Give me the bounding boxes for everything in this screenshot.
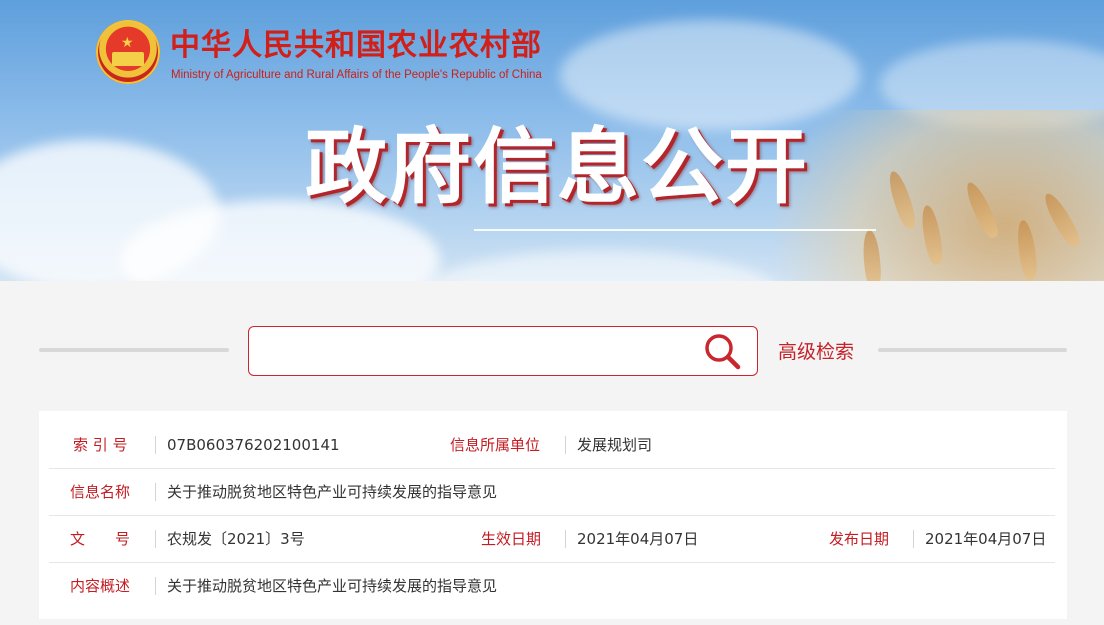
document-info-table: 索 引 号 07B060376202100141 信息所属单位 发展规划司 信息…: [39, 411, 1067, 619]
page-title: 政府信息公开: [305, 120, 810, 215]
divider: [565, 436, 566, 454]
ministry-name-en: Ministry of Agriculture and Rural Affair…: [171, 69, 542, 81]
effective-date-label: 生效日期: [481, 530, 542, 548]
index-number-value: 07B060376202100141: [167, 436, 340, 454]
document-number-value: 农规发〔2021〕3号: [167, 530, 305, 548]
search-icon[interactable]: [702, 331, 742, 371]
publish-date-label: 发布日期: [829, 530, 890, 548]
content-summary-value: 关于推动脱贫地区特色产业可持续发展的指导意见: [167, 577, 498, 595]
search-divider-right: [878, 348, 1067, 352]
divider: [155, 436, 156, 454]
index-number-label: 索 引 号: [73, 436, 128, 454]
document-number-label: 文 号: [70, 530, 131, 548]
divider: [913, 530, 914, 548]
divider: [155, 530, 156, 548]
table-row: 内容概述 关于推动脱贫地区特色产业可持续发展的指导意见: [49, 563, 1055, 609]
info-unit-label: 信息所属单位: [450, 436, 541, 454]
star-icon: ★: [121, 35, 134, 51]
content-summary-label: 内容概述: [70, 577, 131, 595]
table-row: 索 引 号 07B060376202100141 信息所属单位 发展规划司: [49, 422, 1055, 469]
title-divider: [474, 229, 876, 231]
divider: [565, 530, 566, 548]
tiananmen-icon: [112, 52, 144, 66]
info-unit-value: 发展规划司: [577, 436, 653, 454]
advanced-search-link[interactable]: 高级检索: [778, 339, 854, 365]
ministry-name-cn: 中华人民共和国农业农村部: [170, 28, 542, 63]
table-row: 信息名称 关于推动脱贫地区特色产业可持续发展的指导意见: [49, 469, 1055, 516]
effective-date-value: 2021年04月07日: [577, 530, 699, 548]
search-box: [248, 326, 758, 376]
divider: [155, 577, 156, 595]
info-name-label: 信息名称: [70, 483, 131, 501]
publish-date-value: 2021年04月07日: [925, 530, 1047, 548]
divider: [155, 483, 156, 501]
search-divider-left: [39, 348, 229, 352]
table-row: 文 号 农规发〔2021〕3号 生效日期 2021年04月07日 发布日期 20…: [49, 516, 1055, 563]
info-name-value: 关于推动脱贫地区特色产业可持续发展的指导意见: [167, 483, 498, 501]
search-input[interactable]: [261, 337, 695, 367]
